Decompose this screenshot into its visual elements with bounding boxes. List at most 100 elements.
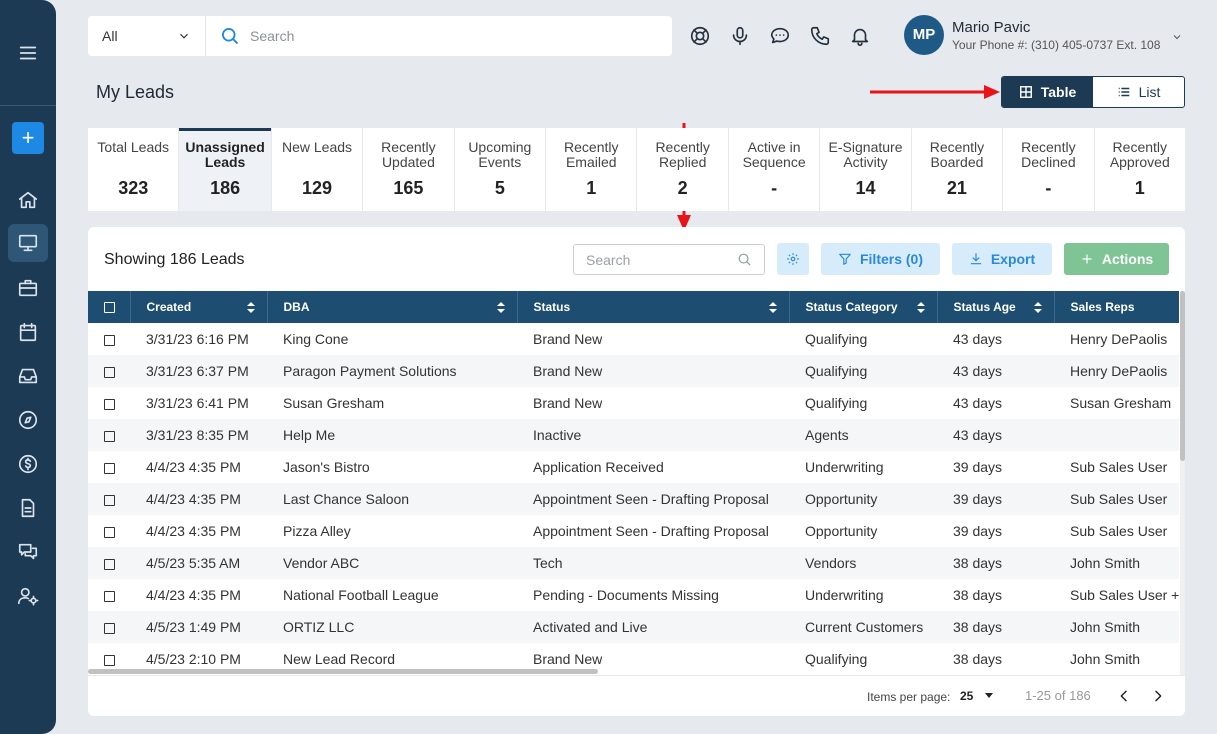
- stat-tab-recently-replied[interactable]: Recently Replied 2: [637, 128, 729, 211]
- search-category-select[interactable]: All: [88, 16, 206, 56]
- table-settings-button[interactable]: [777, 243, 809, 275]
- select-all-checkbox[interactable]: [104, 302, 115, 314]
- column-header-label: DBA: [283, 300, 310, 314]
- sidebar-divider: [0, 105, 56, 106]
- user-settings-icon[interactable]: [8, 577, 48, 615]
- stat-tab-e-signature-activity[interactable]: E-Signature Activity 14: [820, 128, 912, 211]
- list-view-button[interactable]: List: [1093, 77, 1184, 107]
- phone-icon[interactable]: [809, 25, 831, 47]
- stat-tab-total-leads[interactable]: Total Leads 323: [88, 128, 180, 211]
- sort-icon[interactable]: [916, 302, 925, 313]
- table-row[interactable]: 4/4/23 4:35 PM Jason's Bistro Application …: [88, 451, 1179, 483]
- column-header-status-age[interactable]: Status Age: [937, 291, 1055, 323]
- items-per-page-select[interactable]: 25: [960, 689, 973, 703]
- cell-status: Tech: [517, 547, 789, 579]
- table-row[interactable]: 3/31/23 6:37 PM Paragon Payment Solutions…: [88, 355, 1179, 387]
- cell-status-category: Qualifying: [789, 355, 937, 387]
- global-search-input[interactable]: [250, 28, 630, 44]
- column-header-dba[interactable]: DBA: [267, 291, 518, 323]
- column-header-created[interactable]: Created: [130, 291, 268, 323]
- cell-dba: Susan Gresham: [283, 395, 385, 411]
- column-header-status[interactable]: Status: [517, 291, 790, 323]
- stat-tab-recently-emailed[interactable]: Recently Emailed 1: [546, 128, 638, 211]
- prev-page-button[interactable]: [1116, 688, 1132, 704]
- stat-tab-recently-declined[interactable]: Recently Declined -: [1003, 128, 1095, 211]
- row-checkbox[interactable]: [104, 622, 115, 634]
- add-new-button[interactable]: +: [12, 122, 44, 154]
- row-checkbox[interactable]: [104, 558, 115, 570]
- stat-tab-unassigned-leads[interactable]: Unassigned Leads 186: [179, 128, 272, 211]
- lifebuoy-icon[interactable]: [689, 25, 711, 47]
- vertical-scrollbar[interactable]: [1180, 291, 1185, 675]
- cell-dba: Pizza Alley: [283, 523, 351, 539]
- chat-icon[interactable]: [769, 25, 791, 47]
- leads-monitor-icon[interactable]: [8, 224, 48, 262]
- avatar[interactable]: MP: [904, 15, 944, 55]
- select-all-header[interactable]: [88, 291, 131, 323]
- home-icon[interactable]: [8, 181, 48, 219]
- sort-icon[interactable]: [1033, 302, 1042, 313]
- column-header-sales-reps[interactable]: Sales Reps: [1054, 291, 1179, 323]
- items-per-page-chevron-icon[interactable]: [985, 693, 993, 698]
- column-header-status-category[interactable]: Status Category: [789, 291, 938, 323]
- row-checkbox[interactable]: [104, 494, 115, 506]
- briefcase-icon[interactable]: [8, 269, 48, 307]
- download-icon: [970, 253, 982, 265]
- table-row[interactable]: 4/4/23 4:35 PM Last Chance Saloon Appointm…: [88, 483, 1179, 515]
- bell-icon[interactable]: [849, 25, 871, 47]
- messages-icon[interactable]: [8, 533, 48, 571]
- row-select-cell: [88, 387, 130, 419]
- cell-status: Brand New: [533, 331, 603, 347]
- row-checkbox[interactable]: [104, 590, 115, 602]
- cell-status-age: 38 days: [937, 547, 1054, 579]
- table-search-input[interactable]: [586, 251, 726, 268]
- stat-tab-new-leads[interactable]: New Leads 129: [272, 128, 364, 211]
- row-checkbox[interactable]: [104, 398, 115, 410]
- calendar-icon[interactable]: [8, 313, 48, 351]
- dollar-icon[interactable]: [8, 445, 48, 483]
- export-button[interactable]: Export: [952, 243, 1052, 275]
- table-row[interactable]: 3/31/23 6:41 PM Susan Gresham Brand New Qua…: [88, 387, 1179, 419]
- stat-tab-recently-boarded[interactable]: Recently Boarded 21: [912, 128, 1004, 211]
- document-icon[interactable]: [8, 489, 48, 527]
- horizontal-scroll-thumb[interactable]: [88, 669, 598, 674]
- compass-icon[interactable]: [8, 401, 48, 439]
- cell-status-category: Opportunity: [789, 483, 937, 515]
- row-select-cell: [88, 355, 130, 387]
- sort-icon[interactable]: [496, 302, 505, 313]
- cell-sales-reps: [1054, 419, 1179, 451]
- filters-button[interactable]: Filters (0): [821, 243, 940, 275]
- row-checkbox[interactable]: [104, 430, 115, 442]
- row-checkbox[interactable]: [104, 334, 115, 346]
- row-checkbox[interactable]: [104, 366, 115, 378]
- microphone-icon[interactable]: [729, 25, 751, 47]
- row-checkbox[interactable]: [104, 462, 115, 474]
- table-row[interactable]: 3/31/23 6:16 PM King Cone Brand New Qualify…: [88, 323, 1179, 355]
- actions-button[interactable]: Actions: [1064, 243, 1169, 275]
- stat-tab-active-in-sequence[interactable]: Active in Sequence -: [729, 128, 821, 211]
- table-row[interactable]: 4/4/23 4:35 PM Pizza Alley Appointment See…: [88, 515, 1179, 547]
- cell-status-category: Opportunity: [805, 523, 878, 539]
- vertical-scroll-thumb[interactable]: [1180, 291, 1185, 461]
- table-row[interactable]: 4/5/23 1:49 PM ORTIZ LLC Activated and Liv…: [88, 611, 1179, 643]
- stat-tab-recently-approved[interactable]: Recently Approved 1: [1095, 128, 1185, 211]
- table-view-button[interactable]: Table: [1002, 77, 1093, 107]
- cell-status-age: 39 days: [953, 459, 1003, 475]
- menu-icon[interactable]: [8, 34, 48, 72]
- row-checkbox[interactable]: [104, 526, 115, 538]
- stat-tab-upcoming-events[interactable]: Upcoming Events 5: [455, 128, 547, 211]
- cell-dba: Help Me: [267, 419, 517, 451]
- sort-icon[interactable]: [768, 302, 777, 313]
- table-row[interactable]: 4/4/23 4:35 PM National Football League Pe…: [88, 579, 1179, 611]
- table-row[interactable]: 4/5/23 5:35 AM Vendor ABC Tech Vendors 38 da…: [88, 547, 1179, 579]
- sort-icon[interactable]: [246, 302, 255, 313]
- row-checkbox[interactable]: [104, 654, 115, 666]
- next-page-button[interactable]: [1150, 688, 1166, 704]
- stat-tab-recently-updated[interactable]: Recently Updated 165: [363, 128, 455, 211]
- cell-status: Activated and Live: [517, 611, 789, 643]
- inbox-icon[interactable]: [8, 357, 48, 395]
- user-menu-chevron-icon[interactable]: [1171, 30, 1183, 42]
- cell-status-age: 39 days: [953, 523, 1003, 539]
- table-row[interactable]: 3/31/23 8:35 PM Help Me Inactive Agents 43 d…: [88, 419, 1179, 451]
- user-name[interactable]: Mario Pavic: [952, 19, 1030, 36]
